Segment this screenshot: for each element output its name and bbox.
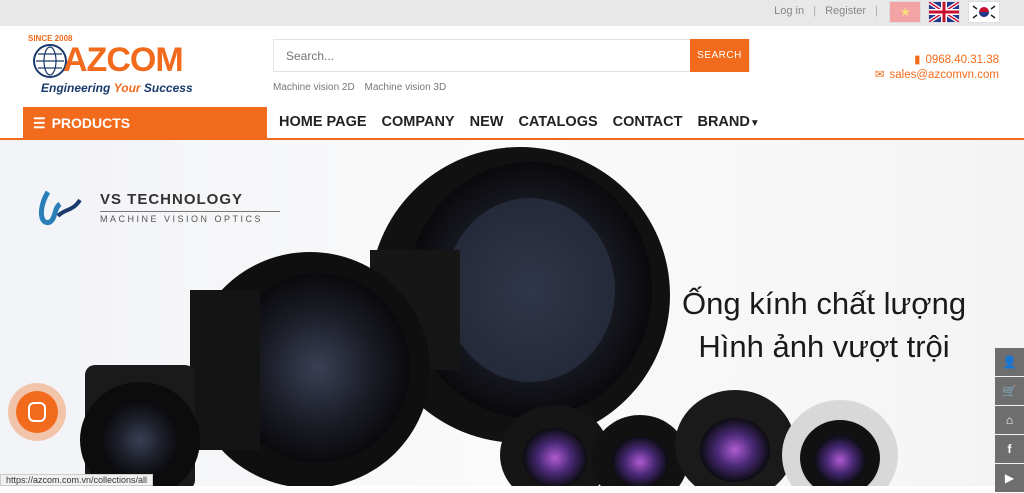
home-icon[interactable]: ⌂ xyxy=(995,406,1024,434)
globe-icon xyxy=(33,44,67,78)
account-links: Log in | Register | xyxy=(774,5,884,17)
site-logo[interactable]: SINCE 2008 AZCOM Engineering Your Succes… xyxy=(28,34,208,98)
search-input[interactable] xyxy=(274,40,692,71)
call-button[interactable] xyxy=(8,383,66,441)
nav-contact[interactable]: CONTACT xyxy=(613,114,683,130)
korea-flag-icon xyxy=(969,2,999,22)
user-icon[interactable]: 👤 xyxy=(995,348,1024,376)
register-link[interactable]: Register xyxy=(825,5,866,17)
email-line[interactable]: ✉ sales@azcomvn.com xyxy=(875,68,999,83)
vietnam-flag[interactable]: ★ xyxy=(889,1,921,23)
nav-company[interactable]: COMPANY xyxy=(382,114,455,130)
separator: | xyxy=(813,5,817,17)
floating-sidebar: 👤 🛒 ⌂ f ▶ xyxy=(995,348,1024,493)
caret-down-icon: ▼ xyxy=(749,118,760,129)
headline-line1: Ống kính chất lượng xyxy=(682,286,967,321)
call-button-inner xyxy=(16,391,58,433)
link-status-bar: https://azcom.com.vn/collections/all xyxy=(0,474,154,486)
star-icon: ★ xyxy=(900,5,911,19)
hero-headline: Ống kính chất lượng Hình ảnh vượt trội xyxy=(682,282,966,368)
quicklink-2d[interactable]: Machine vision 2D xyxy=(273,82,355,93)
korea-flag[interactable] xyxy=(968,1,1000,23)
contact-info: ▮ 0968.40.31.38 ✉ sales@azcomvn.com xyxy=(875,53,999,83)
nav-brand-label: BRAND xyxy=(697,114,750,130)
facebook-icon[interactable]: f xyxy=(995,435,1024,463)
top-bar: Log in | Register | ★ xyxy=(0,0,1024,26)
main-nav: HOME PAGE COMPANY NEW CATALOGS CONTACT B… xyxy=(279,114,760,130)
search-button[interactable]: SEARCH xyxy=(690,39,749,72)
phone-number: 0968.40.31.38 xyxy=(925,54,999,66)
products-menu-button[interactable]: ☰ PRODUCTS xyxy=(23,107,267,138)
logo-tagline: Engineering Your Success xyxy=(41,81,193,95)
uk-flag-icon xyxy=(929,2,959,22)
quicklink-3d[interactable]: Machine vision 3D xyxy=(365,82,447,93)
nav-home[interactable]: HOME PAGE xyxy=(279,114,367,130)
phone-icon: ▮ xyxy=(914,54,921,66)
headline-line2: Hình ảnh vượt trội xyxy=(698,329,950,364)
nav-catalogs[interactable]: CATALOGS xyxy=(518,114,597,130)
youtube-icon[interactable]: ▶ xyxy=(995,464,1024,492)
envelope-icon: ✉ xyxy=(874,69,885,81)
hero-banner[interactable]: VS TECHNOLOGY MACHINE VISION OPTICS Ống … xyxy=(0,140,1024,486)
uk-flag[interactable] xyxy=(928,1,960,23)
logo-name: AZCOM xyxy=(63,41,184,79)
separator: | xyxy=(875,5,878,17)
login-link[interactable]: Log in xyxy=(774,5,804,17)
email-address: sales@azcomvn.com xyxy=(889,69,999,81)
products-label: PRODUCTS xyxy=(51,115,131,131)
nav-brand[interactable]: BRAND▼ xyxy=(697,114,759,130)
phone-line[interactable]: ▮ 0968.40.31.38 xyxy=(875,53,999,68)
search-box: SEARCH xyxy=(273,39,750,72)
nav-new[interactable]: NEW xyxy=(470,114,504,130)
cart-icon[interactable]: 🛒 xyxy=(995,377,1024,405)
hamburger-icon: ☰ xyxy=(33,115,46,131)
quick-links: Machine vision 2D Machine vision 3D xyxy=(273,82,453,93)
phone-icon xyxy=(28,402,46,422)
